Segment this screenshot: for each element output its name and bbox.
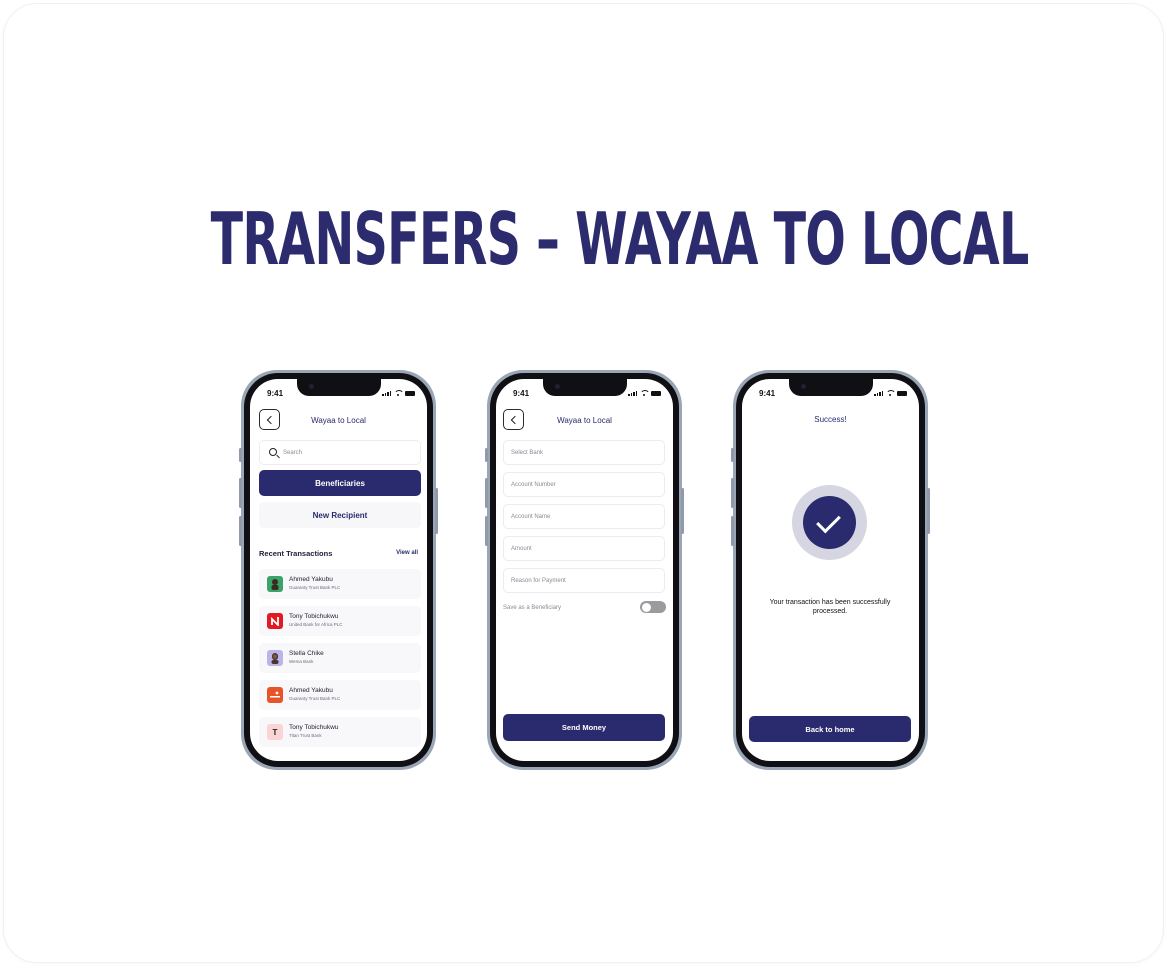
phone-beneficiaries: 9:41 Wayaa to Local Search Beneficiaries… bbox=[239, 370, 438, 770]
status-time: 9:41 bbox=[513, 389, 530, 398]
new-recipient-button[interactable]: New Recipient bbox=[259, 502, 421, 528]
success-title: Success! bbox=[814, 415, 847, 424]
gtb-logo-icon bbox=[267, 687, 283, 703]
status-time: 9:41 bbox=[267, 389, 284, 398]
avatar-icon bbox=[267, 576, 283, 592]
search-icon bbox=[269, 448, 277, 456]
battery-icon bbox=[651, 391, 661, 396]
beneficiaries-button[interactable]: Beneficiaries bbox=[259, 470, 421, 496]
phone-success: 9:41 Success! Your transaction has been … bbox=[731, 370, 930, 770]
signal-icon bbox=[874, 391, 883, 396]
view-all-link[interactable]: View all bbox=[396, 550, 418, 556]
avatar-icon bbox=[267, 650, 283, 666]
screen-title: Wayaa to Local bbox=[311, 416, 366, 425]
status-icons bbox=[382, 390, 415, 396]
search-placeholder: Search bbox=[283, 450, 303, 456]
wifi-icon bbox=[394, 390, 404, 396]
battery-icon bbox=[405, 391, 415, 396]
transaction-item[interactable]: Ahmed Yakubu Guaranty Trust Bank PLC bbox=[259, 680, 421, 710]
account-name-field[interactable]: Account Name bbox=[503, 504, 665, 529]
wifi-icon bbox=[640, 390, 650, 396]
back-to-home-button[interactable]: Back to home bbox=[749, 716, 911, 742]
phone-transfer-form: 9:41 Wayaa to Local Select Bank Account … bbox=[485, 370, 684, 770]
letter-t-icon: T bbox=[267, 724, 283, 740]
screen-success: 9:41 Success! Your transaction has been … bbox=[742, 379, 919, 761]
save-beneficiary-label: Save as a Beneficiary bbox=[503, 605, 562, 611]
recent-transactions-heading: Recent Transactions bbox=[259, 549, 333, 558]
account-number-field[interactable]: Account Number bbox=[503, 472, 665, 497]
transaction-item[interactable]: Ahmed Yakubu Guaranty Trust Bank PLC bbox=[259, 569, 421, 599]
status-time: 9:41 bbox=[759, 389, 776, 398]
save-beneficiary-toggle[interactable] bbox=[640, 601, 666, 613]
screen-title: Wayaa to Local bbox=[557, 416, 612, 425]
success-message: Your transaction has been successfully p… bbox=[769, 599, 891, 615]
battery-icon bbox=[897, 391, 907, 396]
page-title: TRANSFERS – WAYAA TO LOCAL bbox=[210, 197, 1030, 281]
screen-beneficiaries: 9:41 Wayaa to Local Search Beneficiaries… bbox=[250, 379, 427, 761]
select-bank-field[interactable]: Select Bank bbox=[503, 440, 665, 465]
uba-logo-icon bbox=[267, 613, 283, 629]
transaction-item[interactable]: Tony Tobichukwu United Bank for Africa P… bbox=[259, 606, 421, 636]
status-icons bbox=[628, 390, 661, 396]
success-check-icon bbox=[792, 485, 867, 560]
send-money-button[interactable]: Send Money bbox=[503, 714, 665, 741]
transaction-item[interactable]: T Tony Tobichukwu Titan Trust Bank bbox=[259, 717, 421, 747]
amount-field[interactable]: Amount bbox=[503, 536, 665, 561]
reason-field[interactable]: Reason for Payment bbox=[503, 568, 665, 593]
status-icons bbox=[874, 390, 907, 396]
search-input[interactable]: Search bbox=[259, 440, 421, 465]
signal-icon bbox=[382, 391, 391, 396]
transaction-item[interactable]: Stella Chike Wema Bank bbox=[259, 643, 421, 673]
wifi-icon bbox=[886, 390, 896, 396]
signal-icon bbox=[628, 391, 637, 396]
screen-transfer-form: 9:41 Wayaa to Local Select Bank Account … bbox=[496, 379, 673, 761]
